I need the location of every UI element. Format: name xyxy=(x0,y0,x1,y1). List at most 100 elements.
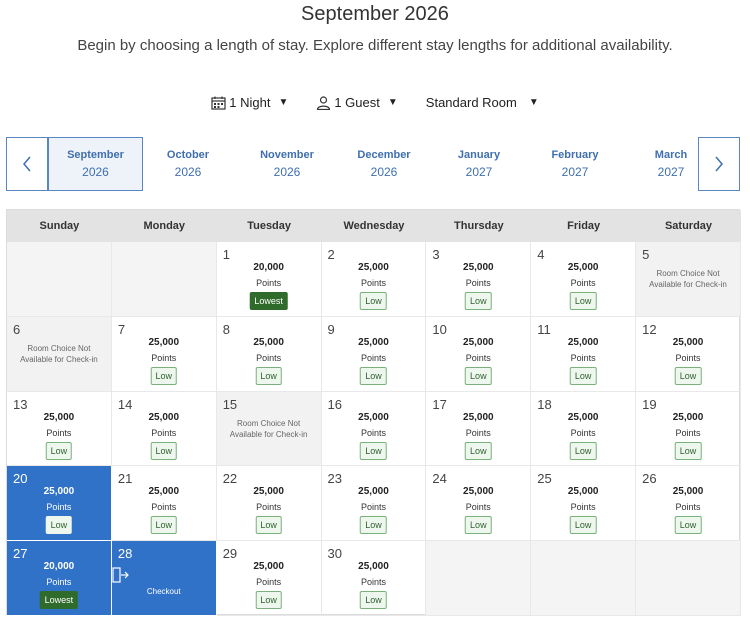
month-tab-year: 2026 xyxy=(82,165,109,179)
points-value: 25,000 xyxy=(463,336,494,348)
month-tab-year: 2026 xyxy=(174,165,202,179)
weekday-header-monday: Monday xyxy=(111,210,217,242)
day-cell-14[interactable]: 14 25,000 Points Low xyxy=(111,391,217,467)
caret-down-icon: ▼ xyxy=(528,97,539,108)
points-value: 25,000 xyxy=(463,486,494,498)
day-cell-17[interactable]: 17 25,000 Points Low xyxy=(426,391,532,467)
day-cell-11[interactable]: 11 25,000 Points Low xyxy=(531,316,637,392)
empty-day-cell xyxy=(111,242,217,317)
day-cell-21[interactable]: 21 25,000 Points Low xyxy=(111,466,217,542)
price-badge: Low xyxy=(674,516,702,535)
price-badge: Low xyxy=(150,366,178,385)
day-cell-25[interactable]: 25 25,000 Points Low xyxy=(531,466,637,542)
points-value: 25,000 xyxy=(253,486,284,498)
price-badge: Low xyxy=(569,516,597,535)
day-number: 24 xyxy=(432,471,447,487)
day-number: 17 xyxy=(432,396,447,412)
not-available-note: Room Choice Not Available for Check-in xyxy=(20,343,98,364)
month-tab-name: February xyxy=(551,149,599,161)
person-icon xyxy=(317,95,331,110)
day-number: 19 xyxy=(642,396,657,412)
points-value: 25,000 xyxy=(463,411,494,423)
points-value: 25,000 xyxy=(567,336,599,348)
month-tab-name: December xyxy=(357,149,411,161)
price-badge: Low xyxy=(360,366,387,385)
weekday-header-friday: Friday xyxy=(531,210,637,242)
guests-dropdown[interactable]: 1 Guest ▼ xyxy=(316,95,398,110)
price-badge: Low xyxy=(569,366,597,385)
door-exit-icon xyxy=(112,567,129,583)
calendar-grid: Sunday Monday Tuesday Wednesday Thursday Frid… xyxy=(6,209,741,616)
previous-month-button[interactable] xyxy=(6,137,48,191)
points-value: 25,000 xyxy=(358,262,389,273)
month-tab-year: 2026 xyxy=(273,165,301,179)
points-label: Points xyxy=(360,352,386,363)
month-tab-september[interactable]: September 2026 xyxy=(48,137,143,191)
day-cell-12[interactable]: 12 25,000 Points Low xyxy=(636,316,741,392)
day-cell-28[interactable]: 28 Checkout xyxy=(111,541,217,616)
day-cell-19[interactable]: 19 25,000 Points Low xyxy=(636,391,741,467)
day-cell-22[interactable]: 22 25,000 Points Low xyxy=(216,466,322,542)
day-cell-7[interactable]: 7 25,000 Points Low xyxy=(111,316,217,392)
day-number: 16 xyxy=(327,396,343,412)
day-number: 10 xyxy=(432,321,447,337)
day-cell-27[interactable]: 27 20,000 Points Lowest xyxy=(7,541,112,616)
day-number: 6 xyxy=(13,321,21,337)
price-badge: Low xyxy=(674,366,702,385)
day-number: 30 xyxy=(327,546,343,562)
not-available-note: Room Choice Not Available for Check-in xyxy=(649,269,727,289)
day-number: 18 xyxy=(537,396,552,412)
day-cell-26[interactable]: 26 25,000 Points Low xyxy=(636,466,741,542)
day-cell-24[interactable]: 24 25,000 Points Low xyxy=(426,466,532,542)
month-tab-january[interactable]: January 2027 xyxy=(431,137,527,191)
day-cell-29[interactable]: 29 25,000 Points Low xyxy=(216,541,322,616)
calendar-icon xyxy=(211,96,226,110)
room-dropdown[interactable]: Standard Room ▼ xyxy=(426,95,539,110)
day-cell-2[interactable]: 2 25,000 Points Low xyxy=(321,242,427,317)
day-cell-4[interactable]: 4 25,000 Points Low xyxy=(531,242,637,317)
day-cell-9[interactable]: 9 25,000 Points Low xyxy=(321,316,427,392)
nights-dropdown[interactable]: 1 Night ▼ xyxy=(211,95,288,110)
price-badge: Lowest xyxy=(39,591,79,610)
price-badge: Low xyxy=(465,441,492,460)
page-title: September 2026 xyxy=(301,3,449,25)
points-value: 25,000 xyxy=(43,411,75,423)
day-cell-30[interactable]: 30 25,000 Points Low xyxy=(321,541,427,616)
points-label: Points xyxy=(465,278,491,288)
day-cell-23[interactable]: 23 25,000 Points Low xyxy=(321,466,427,542)
day-cell-10[interactable]: 10 25,000 Points Low xyxy=(426,316,532,392)
price-badge: Low xyxy=(45,441,73,460)
month-tab-december[interactable]: December 2026 xyxy=(336,137,432,191)
points-label: Points xyxy=(256,502,282,513)
day-cell-8[interactable]: 8 25,000 Points Low xyxy=(216,316,322,392)
chevron-right-icon xyxy=(715,156,723,172)
month-selector: September 2026 October 2026 November 2026 Dece… xyxy=(6,137,740,191)
day-cell-16[interactable]: 16 25,000 Points Low xyxy=(321,391,427,467)
day-cell-1[interactable]: 1 20,000 Points Lowest xyxy=(216,242,322,317)
price-badge: Low xyxy=(45,516,73,535)
price-badge: Low xyxy=(150,516,178,535)
points-label: Points xyxy=(465,427,491,438)
day-number: 12 xyxy=(642,321,657,337)
filter-bar: 1 Night ▼ 1 Guest ▼ Standard Room ▼ xyxy=(0,95,750,110)
day-cell-13[interactable]: 13 25,000 Points Low xyxy=(7,391,112,467)
day-number: 2 xyxy=(327,247,335,262)
price-badge: Low xyxy=(569,292,597,310)
price-badge: Low xyxy=(465,292,492,310)
day-number: 28 xyxy=(117,546,133,562)
points-value: 25,000 xyxy=(148,486,180,498)
day-cell-18[interactable]: 18 25,000 Points Low xyxy=(531,391,637,467)
next-month-button[interactable] xyxy=(698,137,740,191)
day-number: 7 xyxy=(117,321,126,337)
empty-day-cell xyxy=(531,541,637,616)
month-tab-february[interactable]: February 2027 xyxy=(527,137,623,191)
day-cell-20[interactable]: 20 25,000 Points Low xyxy=(7,466,112,542)
points-label: Points xyxy=(46,427,72,438)
points-label: Points xyxy=(360,577,386,588)
price-badge: Low xyxy=(360,441,387,460)
month-tab-october[interactable]: October 2026 xyxy=(140,137,236,191)
month-tab-november[interactable]: November 2026 xyxy=(239,137,335,191)
weekday-header-tuesday: Tuesday xyxy=(216,210,322,242)
guests-label: 1 Guest xyxy=(334,95,380,110)
day-cell-3[interactable]: 3 25,000 Points Low xyxy=(426,242,532,317)
